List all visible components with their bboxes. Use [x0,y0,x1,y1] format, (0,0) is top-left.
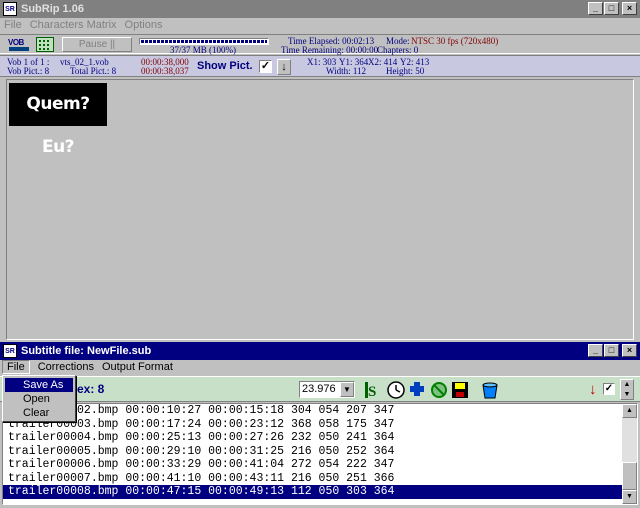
spin-buttons[interactable]: ▲ ▼ [620,379,634,400]
chapters: Chapters: 0 [377,45,419,55]
progress-fill [141,40,267,43]
bucket-icon[interactable] [480,380,500,400]
subtitle-minimize-button[interactable]: _ [588,344,603,357]
subtitle-maximize-button[interactable]: □ [604,344,619,357]
total-pict: Total Pict.: 8 [70,66,117,76]
arrow-down-icon[interactable]: ↓ [589,381,597,398]
menu-options[interactable]: Options [121,19,167,31]
pause-button[interactable]: Pause || [62,37,132,52]
file-dropdown-menu: Save As Open Clear [2,375,76,422]
clock-icon[interactable] [386,380,406,400]
close-button[interactable]: × [622,2,637,15]
app-icon: SR [3,2,17,16]
menu-item-clear[interactable]: Clear [5,406,73,420]
no-icon[interactable] [430,381,448,399]
save-icon[interactable] [451,381,469,399]
table-row[interactable]: trailer00004.bmp 00:00:25:13 00:00:27:26… [3,431,623,445]
progress-bar [139,38,269,45]
vob-pict: Vob Pict.: 8 [7,66,50,76]
vob-icon[interactable]: VOB [7,36,31,53]
scroll-thumb[interactable] [622,462,637,490]
subtitle-window-title: Subtitle file: NewFile.sub [21,345,152,357]
table-row[interactable]: trailer00003.bmp 00:00:17:24 00:00:23:12… [3,418,623,432]
table-row[interactable]: trailer00005.bmp 00:00:29:10 00:00:31:25… [3,445,623,459]
menu-item-open[interactable]: Open [5,392,73,406]
scroll-up-button[interactable]: ▲ [622,404,637,418]
main-window-titlebar: SR SubRip 1.06 _ □ × [0,0,640,18]
timer-icon[interactable]: S [364,380,382,400]
show-pict-label: Show Pict. [197,60,253,72]
subtitle-toolbar: ex: 8 23.976 ▼ S ↓ ✓ ▲ ▼ [0,376,640,402]
subtitle-menu-output-format[interactable]: Output Format [98,361,177,373]
menu-file[interactable]: File [0,19,26,31]
subtitle-preview: Quem? Eu? [9,83,107,157]
arrow-down-button[interactable]: ↓ [277,59,291,75]
subtitle-preview-text: Quem? Eu? [26,94,90,157]
subtitle-menubar: File Corrections Output Format [0,359,177,375]
fps-value: 23.976 [302,383,336,395]
table-row-selected[interactable]: trailer00008.bmp 00:00:47:15 00:00:49:13… [3,485,623,499]
toolbar-checkbox[interactable]: ✓ [603,383,615,395]
show-pict-checkbox[interactable]: ✓ [259,60,272,73]
table-row[interactable]: trailer00006.bmp 00:00:33:29 00:00:41:04… [3,458,623,472]
table-row[interactable]: trailer00007.bmp 00:00:41:10 00:00:43:11… [3,472,623,486]
index-label: ex: 8 [77,382,105,396]
puzzle-icon[interactable] [408,380,426,400]
scrollbar[interactable]: ▲ ▼ [622,404,637,504]
subtitle-menu-file[interactable]: File [2,360,30,374]
time-end: 00:00:38,037 [141,66,189,76]
scroll-down-button[interactable]: ▼ [622,490,637,504]
subtitle-list: trailer00002.bmp 00:00:10:27 00:00:15:18… [2,403,638,505]
table-row[interactable]: trailer00002.bmp 00:00:10:27 00:00:15:18… [3,404,623,418]
menu-item-save-as[interactable]: Save As [5,378,73,392]
time-remaining: Time Remaining: 00:00:00 [281,45,379,55]
main-menubar: File Characters Matrix Options [0,17,166,33]
svg-text:S: S [368,384,376,400]
info-panel: Vob 1 of 1 : vts_02_1.vob Vob Pict.: 8 T… [0,55,640,77]
menu-characters-matrix[interactable]: Characters Matrix [26,19,121,31]
main-toolbar: VOB Pause || 37/37 MB (100%) Time Elapse… [0,34,640,55]
subtitle-menu-corrections[interactable]: Corrections [34,361,98,373]
svg-text:VOB: VOB [8,38,25,47]
maximize-button[interactable]: □ [604,2,619,15]
matrix-icon[interactable] [36,37,54,52]
mode-value: NTSC 30 fps (720x480) [411,36,499,46]
fps-select[interactable]: 23.976 ▼ [299,381,355,398]
width-label: Width: 112 [326,66,367,76]
progress-text: 37/37 MB (100%) [170,45,236,55]
minimize-button[interactable]: _ [588,2,603,15]
subtitle-close-button[interactable]: × [622,344,637,357]
subtitle-window-titlebar: SR Subtitle file: NewFile.sub _ □ × [0,342,640,360]
height-label: Height: 50 [386,66,425,76]
chevron-down-icon[interactable]: ▼ [340,382,354,397]
subtitle-app-icon: SR [3,344,17,358]
main-window-title: SubRip 1.06 [21,3,84,15]
picture-area: Quem? Eu? [6,79,634,340]
